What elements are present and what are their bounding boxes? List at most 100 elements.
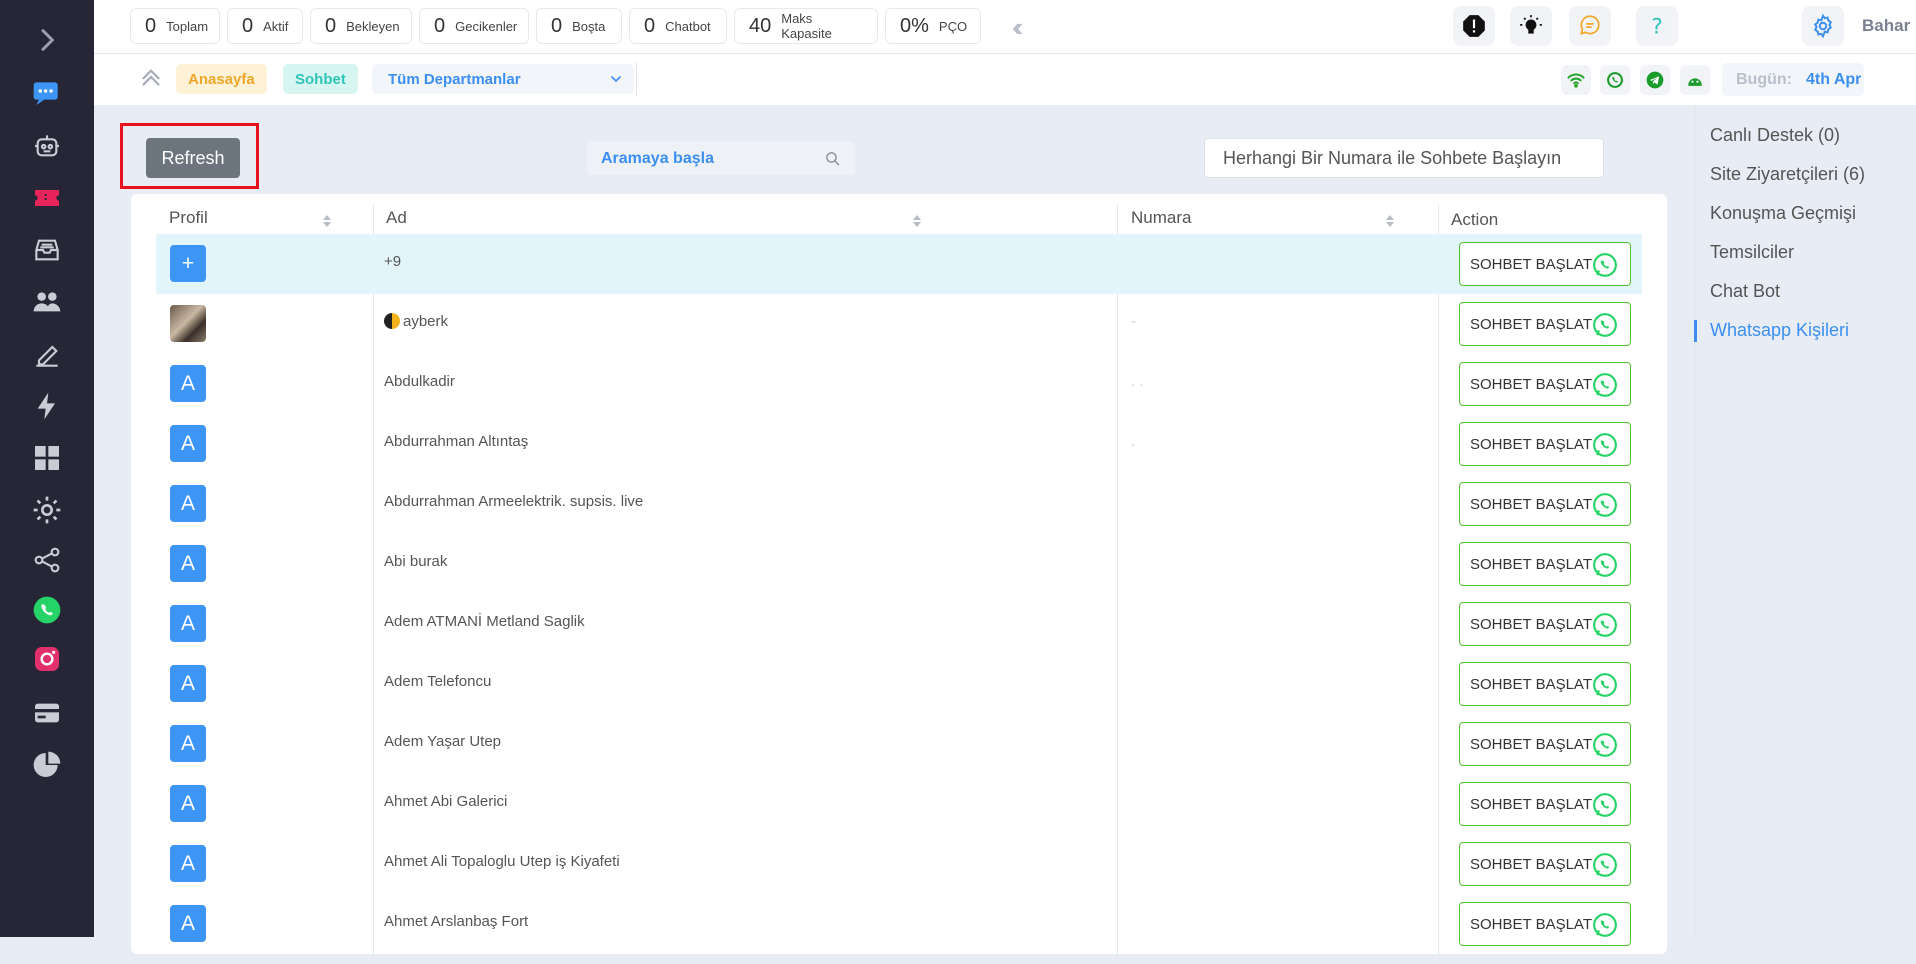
start-chat-button[interactable]: SOHBET BAŞLAT xyxy=(1459,542,1631,586)
contact-name: Abdurrahman Armeelektrik. supsis. live xyxy=(384,493,643,510)
start-chat-button[interactable]: SOHBET BAŞLAT xyxy=(1459,602,1631,646)
start-chat-button[interactable]: SOHBET BAŞLAT xyxy=(1459,482,1631,526)
wifi-icon[interactable] xyxy=(1561,65,1591,95)
sort-icon[interactable] xyxy=(322,213,332,229)
breadcrumb-home[interactable]: Anasayfa xyxy=(176,64,267,94)
contact-avatar: A xyxy=(170,725,206,762)
search-input[interactable] xyxy=(599,141,813,177)
column-header-number[interactable]: Numara xyxy=(1131,208,1191,228)
contact-name-text: Adem Yaşar Utep xyxy=(384,733,502,750)
chat-bubble-icon[interactable] xyxy=(1569,6,1611,46)
ticket-icon[interactable] xyxy=(27,178,67,218)
start-chat-button[interactable]: SOHBET BAŞLAT xyxy=(1459,422,1631,466)
contact-name-text: Ahmet Ali Topaloglu Utep iş Kiyafeti xyxy=(384,853,620,870)
whatsapp-icon xyxy=(1593,373,1617,397)
contact-name-text: +9 xyxy=(384,253,402,270)
dashboard-grid-icon[interactable] xyxy=(27,438,67,478)
settings-icon[interactable] xyxy=(1802,6,1844,46)
emoji-icon xyxy=(384,313,400,329)
alert-icon[interactable] xyxy=(1453,6,1495,46)
chevron-up-double-icon[interactable] xyxy=(136,62,166,92)
start-chat-label: SOHBET BAŞLAT xyxy=(1470,435,1592,453)
contacts-table: Profil Ad Numara Action + +9 SOHBET BAŞLAT… xyxy=(131,194,1667,964)
breadcrumb-chat[interactable]: Sohbet xyxy=(283,64,358,94)
start-chat-label: SOHBET BAŞLAT xyxy=(1470,315,1592,333)
card-icon[interactable] xyxy=(27,693,67,733)
table-row[interactable]: A Abdulkadir . . SOHBET BAŞLAT xyxy=(156,354,1642,414)
webchat-icon[interactable] xyxy=(1680,65,1710,95)
nav-site-visitors[interactable]: Site Ziyaretçileri (6) xyxy=(1710,164,1865,185)
contact-name-text: ayberk xyxy=(403,313,449,330)
collapse-stats-chevron-icon[interactable]: ‹‹ xyxy=(1012,12,1024,43)
chatbot-robot-icon[interactable] xyxy=(27,126,67,166)
users-icon[interactable] xyxy=(27,282,67,322)
nav-live-support[interactable]: Canlı Destek (0) xyxy=(1710,125,1840,146)
table-row[interactable]: A Ahmet Ali Topaloglu Utep iş Kiyafeti SOH… xyxy=(156,834,1642,894)
svg-text:?: ? xyxy=(1651,15,1663,39)
nav-conversation-history[interactable]: Konuşma Geçmişi xyxy=(1710,203,1856,224)
start-chat-button[interactable]: SOHBET BAŞLAT xyxy=(1459,242,1631,286)
contact-number: . xyxy=(1131,433,1136,450)
start-chat-button[interactable]: SOHBET BAŞLAT xyxy=(1459,902,1631,946)
contact-name: Ahmet Abi Galerici xyxy=(384,793,507,810)
table-row[interactable]: A Ahmet Arslanbaş Fort SOHBET BAŞLAT xyxy=(156,894,1642,954)
table-row[interactable]: A Adem Yaşar Utep SOHBET BAŞLAT xyxy=(156,714,1642,774)
live-chat-icon[interactable] xyxy=(27,73,67,113)
help-question-icon[interactable]: ? xyxy=(1636,6,1678,46)
start-chat-label: SOHBET BAŞLAT xyxy=(1470,255,1592,273)
table-row[interactable]: ayberk - SOHBET BAŞLAT xyxy=(156,294,1642,354)
reports-pie-chart-icon[interactable] xyxy=(27,745,67,785)
whatsapp-icon[interactable] xyxy=(27,590,67,630)
start-chat-button[interactable]: SOHBET BAŞLAT xyxy=(1459,782,1631,826)
telegram-icon[interactable] xyxy=(1640,65,1670,95)
table-row[interactable]: A Adem Telefoncu SOHBET BAŞLAT xyxy=(156,654,1642,714)
contact-avatar: A xyxy=(170,845,206,882)
expand-sidebar-chevron-icon[interactable] xyxy=(27,20,67,60)
start-chat-button[interactable]: SOHBET BAŞLAT xyxy=(1459,302,1631,346)
status-bulb-icon[interactable] xyxy=(1510,6,1552,46)
nav-agents[interactable]: Temsilciler xyxy=(1710,242,1794,263)
start-chat-button[interactable]: SOHBET BAŞLAT xyxy=(1459,362,1631,406)
column-header-profile[interactable]: Profil xyxy=(169,208,208,228)
table-row[interactable]: A Abi burak SOHBET BAŞLAT xyxy=(156,534,1642,594)
highlight-box xyxy=(120,123,259,189)
stat-pco-value: 0% xyxy=(900,14,929,37)
table-row[interactable]: A Ahmet Abi Galerici SOHBET BAŞLAT xyxy=(156,774,1642,834)
edit-pencil-icon[interactable] xyxy=(27,335,67,375)
stat-idle: 0 Boşta xyxy=(536,8,622,44)
contact-name: Abi burak xyxy=(384,553,447,570)
whatsapp-icon xyxy=(1593,733,1617,757)
contact-avatar: A xyxy=(170,485,206,522)
instagram-icon[interactable] xyxy=(27,639,67,679)
table-row[interactable]: A Abdurrahman Altıntaş. SOHBET BAŞLAT xyxy=(156,414,1642,474)
whatsapp-channel-icon[interactable] xyxy=(1600,65,1630,95)
start-chat-label: SOHBET BAŞLAT xyxy=(1470,735,1592,753)
settings-gear-icon[interactable] xyxy=(27,490,67,530)
sort-icon[interactable] xyxy=(1385,213,1395,229)
start-chat-button[interactable]: SOHBET BAŞLAT xyxy=(1459,722,1631,766)
stat-delayed-label: Gecikenler xyxy=(455,18,518,34)
lightning-icon[interactable] xyxy=(27,386,67,426)
search-icon[interactable] xyxy=(824,150,841,167)
today-label: Bugün: xyxy=(1736,70,1792,88)
user-name[interactable]: Bahar xyxy=(1862,16,1910,36)
table-row[interactable]: A Adem ATMANİ Metland Saglik SOHBET BAŞLAT xyxy=(156,594,1642,654)
nav-chat-bot[interactable]: Chat Bot xyxy=(1710,281,1780,302)
table-row[interactable]: A Abdurrahman Armeelektrik. supsis. live S… xyxy=(156,474,1642,534)
contact-name-text: Adem Telefoncu xyxy=(384,673,492,690)
nav-whatsapp-contacts[interactable]: Whatsapp Kişileri xyxy=(1710,320,1849,341)
column-header-name[interactable]: Ad xyxy=(386,208,407,228)
inbox-icon[interactable] xyxy=(27,230,67,270)
start-chat-button[interactable]: SOHBET BAŞLAT xyxy=(1459,662,1631,706)
stat-max-capacity: 40 Maks Kapasite xyxy=(734,8,878,44)
sort-icon[interactable] xyxy=(912,213,922,229)
start-chat-with-number-button[interactable]: Herhangi Bir Numara ile Sohbete Başlayın xyxy=(1204,138,1604,178)
share-icon[interactable] xyxy=(27,540,67,580)
active-indicator xyxy=(1694,320,1697,342)
start-chat-button[interactable]: SOHBET BAŞLAT xyxy=(1459,842,1631,886)
department-select[interactable]: Tüm Departmanlar xyxy=(372,64,634,94)
contact-name-text: Adem ATMANİ Metland Saglik xyxy=(384,613,585,630)
table-row[interactable]: + +9 SOHBET BAŞLAT xyxy=(156,234,1642,294)
contact-name: Adem Yaşar Utep xyxy=(384,733,501,750)
contact-name: Abdurrahman Altıntaş xyxy=(384,433,528,450)
